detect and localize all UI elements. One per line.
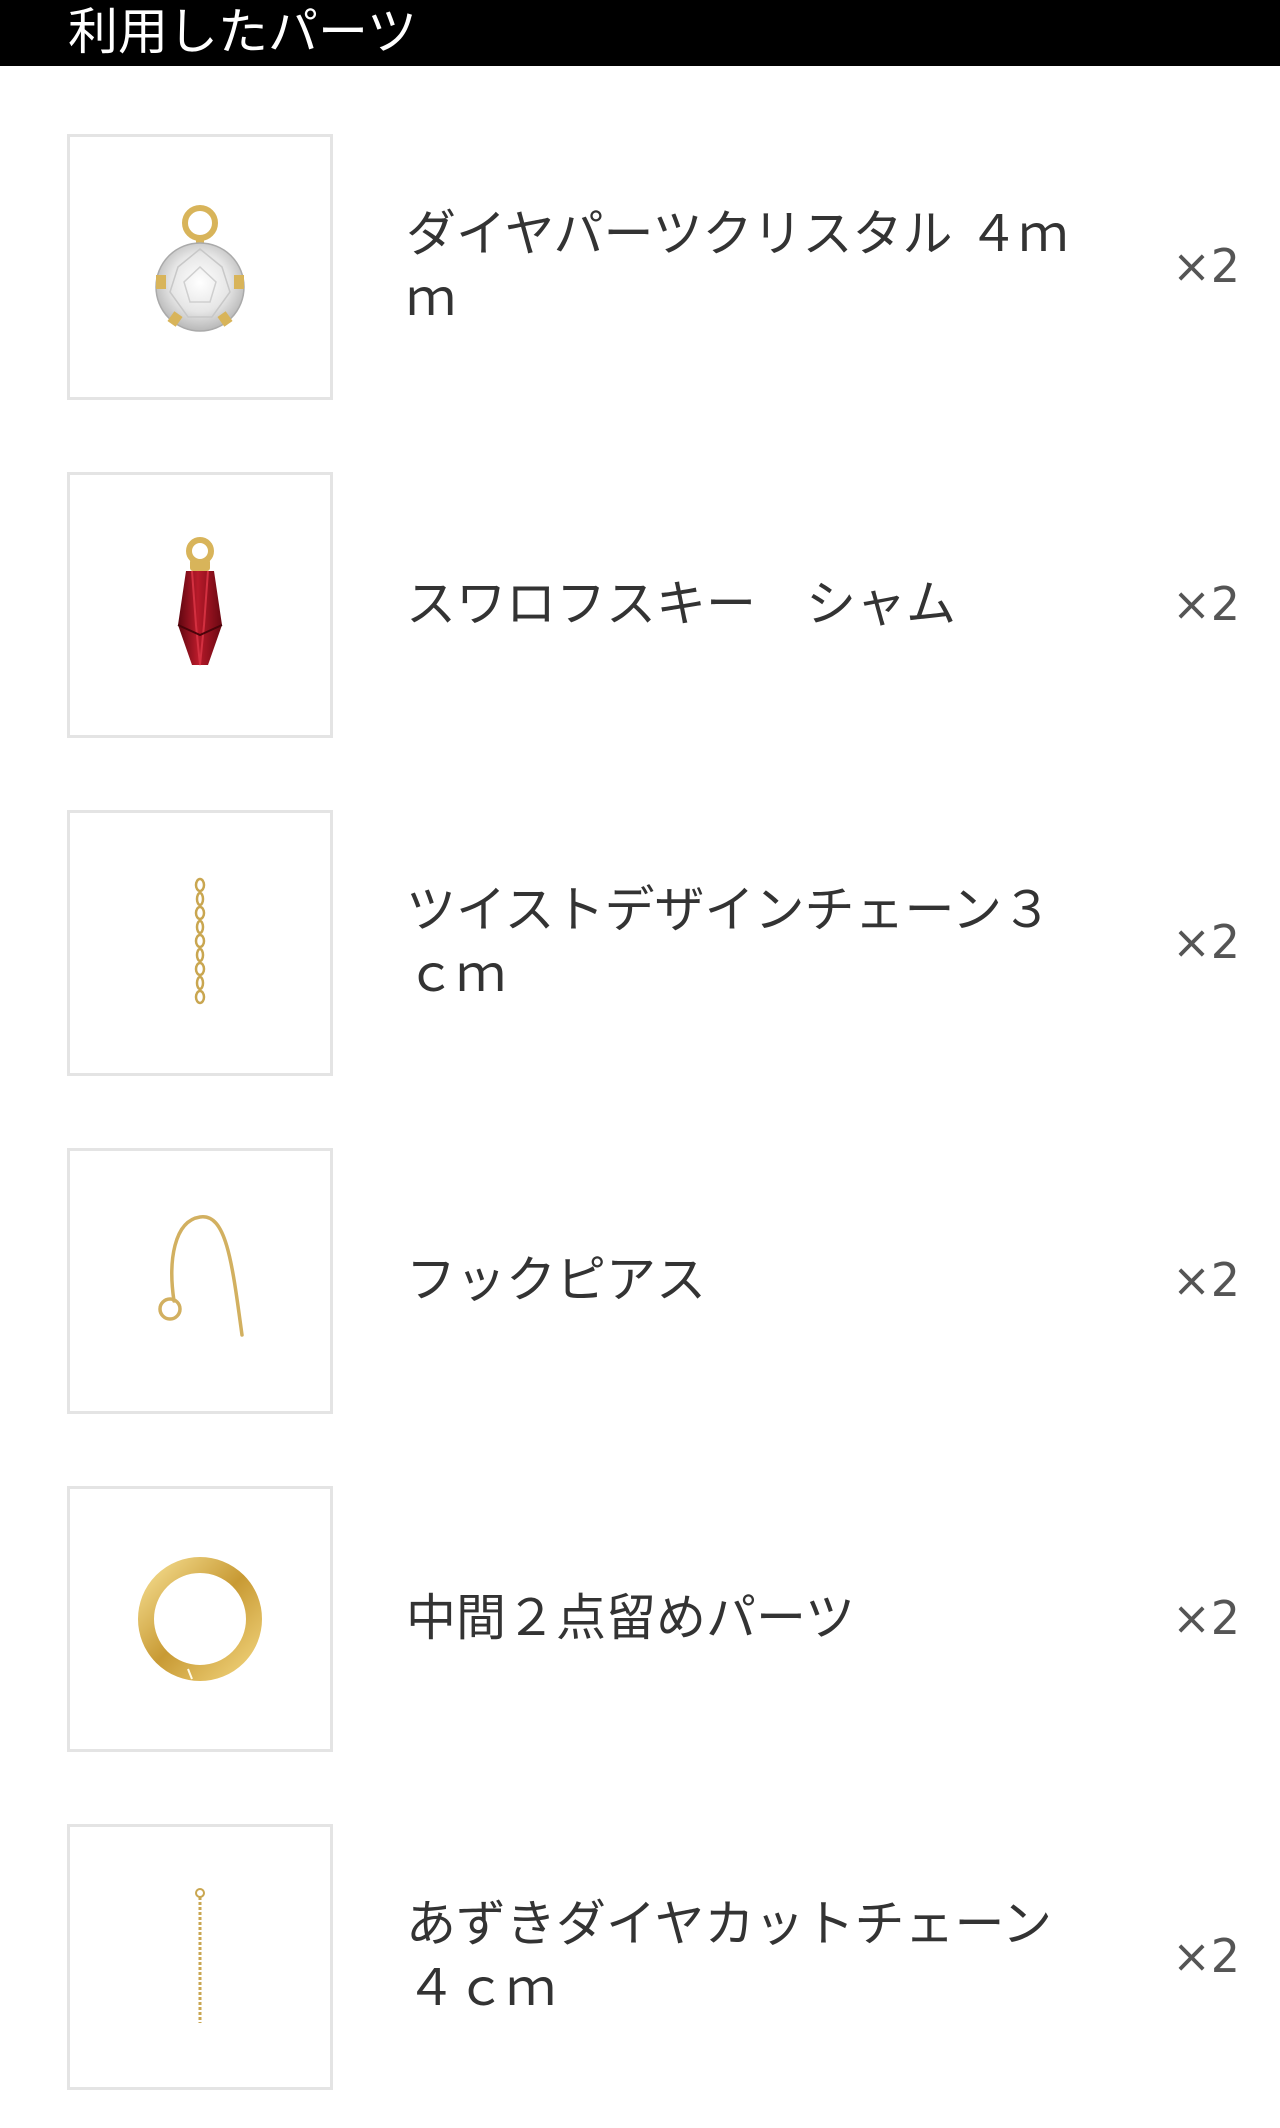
crystal-charm-icon <box>155 205 245 332</box>
red-drop-charm-icon <box>177 537 223 666</box>
part-quantity: ×2 <box>1172 239 1240 293</box>
hook-earring-icon <box>158 1215 244 1337</box>
azuki-chain-icon <box>195 1888 205 2023</box>
part-name: スワロフスキー シャム <box>406 575 956 633</box>
part-thumbnail[interactable] <box>67 1824 333 2090</box>
part-quantity: ×2 <box>1172 1253 1240 1307</box>
part-name: フックピアス <box>406 1251 706 1309</box>
page-title: 利用したパーツ <box>68 3 417 61</box>
part-thumbnail[interactable] <box>67 134 333 400</box>
header-bar: 利用したパーツ <box>0 0 1280 66</box>
list-item[interactable]: 中間２点留めパーツ ×2 <box>0 1418 1280 1756</box>
list-item[interactable]: スワロフスキー シャム ×2 <box>0 404 1280 742</box>
gold-ring-icon <box>138 1557 262 1681</box>
part-thumbnail[interactable] <box>67 1148 333 1414</box>
part-thumbnail[interactable] <box>67 810 333 1076</box>
twist-chain-icon <box>194 877 206 1005</box>
part-quantity: ×2 <box>1172 1591 1240 1645</box>
list-item[interactable]: フックピアス ×2 <box>0 1080 1280 1418</box>
part-quantity: ×2 <box>1172 1929 1240 1983</box>
part-name: あずきダイヤカットチェーン４ｃｍ <box>406 1895 1052 2017</box>
parts-list: ダイヤパーツクリスタル ４ｍｍ ×2 スワロフスキー シャム ×2 ツイストデザ… <box>0 66 1280 2094</box>
part-name: ツイストデザインチェーン３ｃｍ <box>406 881 1052 1003</box>
part-thumbnail[interactable] <box>67 472 333 738</box>
list-item[interactable]: ツイストデザインチェーン３ｃｍ ×2 <box>0 742 1280 1080</box>
part-quantity: ×2 <box>1172 577 1240 631</box>
part-name: ダイヤパーツクリスタル ４ｍｍ <box>406 205 1069 327</box>
part-thumbnail[interactable] <box>67 1486 333 1752</box>
list-item[interactable]: ダイヤパーツクリスタル ４ｍｍ ×2 <box>0 66 1280 404</box>
list-item[interactable]: あずきダイヤカットチェーン４ｃｍ ×2 <box>0 1756 1280 2094</box>
part-name: 中間２点留めパーツ <box>406 1589 855 1647</box>
part-quantity: ×2 <box>1172 915 1240 969</box>
